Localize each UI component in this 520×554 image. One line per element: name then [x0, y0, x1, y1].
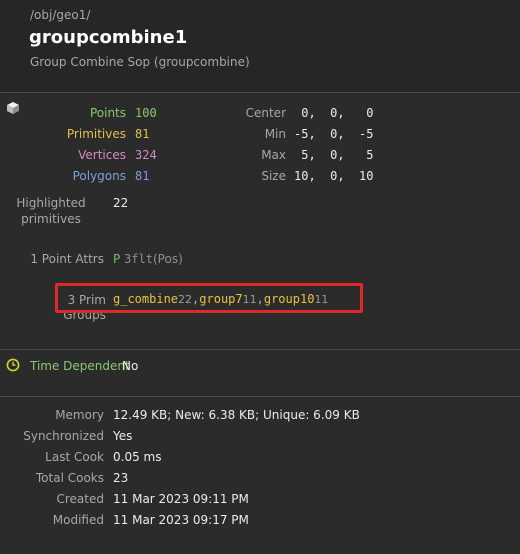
vertices-label: Vertices: [78, 148, 126, 162]
points-label: Points: [89, 106, 126, 120]
node-path[interactable]: /obj/geo1/: [30, 8, 90, 22]
highlighted-label-line2: primitives: [21, 212, 81, 226]
synchronized-label: Synchronized: [23, 429, 104, 443]
last-cook-label: Last Cook: [45, 450, 104, 464]
created-label: Created: [56, 492, 105, 506]
section-divider: [0, 396, 520, 397]
min-label: Min: [264, 127, 286, 141]
clock-icon: [6, 358, 20, 372]
max-value: 5, 0, 5: [294, 148, 374, 162]
modified-value: 11 Mar 2023 09:17 PM: [113, 513, 249, 527]
header-divider: [0, 92, 520, 93]
min-value: -5, 0, -5: [294, 127, 374, 141]
max-label: Max: [261, 148, 286, 162]
primitives-value: 81: [135, 127, 150, 141]
point-attrs-class: P: [113, 252, 121, 266]
synchronized-value: Yes: [113, 429, 133, 443]
vertices-value: 324: [135, 148, 157, 162]
points-value: 100: [135, 106, 157, 120]
point-attrs-type: 3flt: [124, 252, 153, 266]
memory-label: Memory: [55, 408, 104, 422]
size-value: 10, 0, 10: [294, 169, 374, 183]
time-dependent-value: No: [122, 359, 139, 373]
highlighted-label-line1: Highlighted: [16, 196, 86, 210]
section-divider: [0, 349, 520, 350]
primitives-label: Primitives: [66, 127, 126, 141]
highlight-box: [55, 283, 363, 313]
point-attrs-name: (Pos): [152, 252, 183, 266]
total-cooks-value: 23: [113, 471, 129, 485]
center-label: Center: [245, 106, 286, 120]
polygons-label: Polygons: [72, 169, 126, 183]
center-value: 0, 0, 0: [294, 106, 374, 120]
node-header: /obj/geo1/ groupcombine1 Group Combine S…: [0, 0, 520, 92]
highlighted-value: 22: [113, 196, 129, 210]
size-label: Size: [261, 169, 286, 183]
total-cooks-label: Total Cooks: [35, 471, 104, 485]
node-type: Group Combine Sop (groupcombine): [30, 55, 250, 69]
node-name: groupcombine1: [29, 27, 188, 48]
polygons-value: 81: [135, 169, 150, 183]
created-value: 11 Mar 2023 09:11 PM: [113, 492, 249, 506]
point-attrs: P 3flt(Pos): [113, 252, 183, 266]
time-dependent-label: Time Dependent: [30, 359, 130, 373]
memory-value: 12.49 KB; New: 6.38 KB; Unique: 6.09 KB: [113, 408, 360, 422]
last-cook-value: 0.05 ms: [113, 450, 162, 464]
point-attrs-label: 1 Point Attrs: [30, 252, 104, 266]
modified-label: Modified: [52, 513, 104, 527]
